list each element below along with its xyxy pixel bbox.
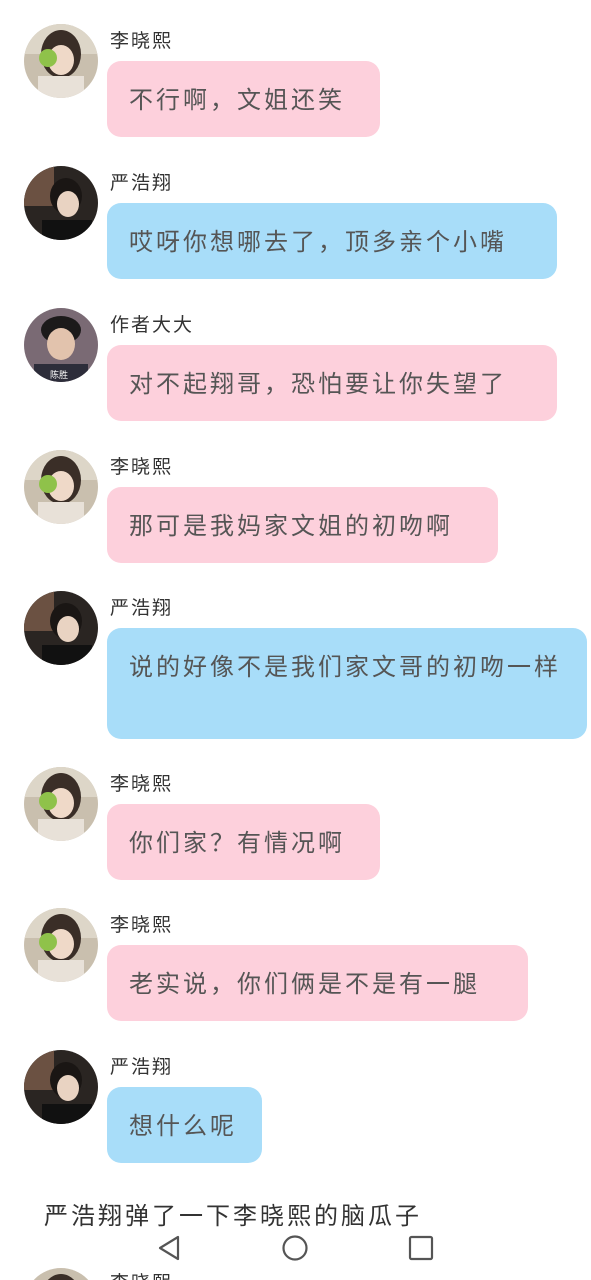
narration-text: 严浩翔弹了一下李晓熙的脑瓜子 <box>44 1202 422 1230</box>
sender-name: 李晓熙 <box>110 1268 173 1280</box>
next-message-peek: 李晓熙 <box>0 1268 591 1280</box>
sender-name: 李晓熙 <box>110 30 174 52</box>
message-bubble[interactable]: 那可是我妈家文姐的初吻啊 <box>107 487 498 563</box>
avatar-li-xiaoxi[interactable] <box>24 767 98 841</box>
message-bubble[interactable]: 老实说，你们俩是不是有一腿 <box>107 945 528 1021</box>
sender-name: 严浩翔 <box>110 597 174 619</box>
message-bubble[interactable]: 想什么呢 <box>107 1087 262 1163</box>
sender-name: 李晓熙 <box>110 773 174 795</box>
avatar-yan-haoxiang[interactable] <box>24 591 98 665</box>
sender-name: 李晓熙 <box>110 914 174 936</box>
sender-name: 严浩翔 <box>110 172 174 194</box>
recents-square-icon[interactable] <box>406 1233 436 1263</box>
sender-name: 作者大大 <box>110 314 195 336</box>
avatar-li-xiaoxi[interactable] <box>24 450 98 524</box>
avatar-li-xiaoxi[interactable] <box>24 908 98 982</box>
navigation-bar <box>0 1228 591 1268</box>
message-bubble[interactable]: 哎呀你想哪去了，顶多亲个小嘴 <box>107 203 557 279</box>
sender-name: 严浩翔 <box>110 1056 174 1078</box>
message-bubble[interactable]: 你们家？有情况啊 <box>107 804 380 880</box>
avatar-li-xiaoxi[interactable] <box>24 24 98 98</box>
message-bubble[interactable]: 说的好像不是我们家文哥的初吻一样 <box>107 628 587 739</box>
home-circle-icon[interactable] <box>280 1233 310 1263</box>
sender-name: 李晓熙 <box>110 456 174 478</box>
avatar-yan-haoxiang[interactable] <box>24 166 98 240</box>
message-bubble[interactable]: 不行啊，文姐还笑 <box>107 61 380 137</box>
avatar-li-xiaoxi[interactable] <box>24 1268 98 1280</box>
message-bubble[interactable]: 对不起翔哥，恐怕要让你失望了 <box>107 345 557 421</box>
avatar-author[interactable]: 陈胜 <box>24 308 98 382</box>
back-triangle-icon[interactable] <box>154 1233 184 1263</box>
avatar-caption: 陈胜 <box>50 369 68 381</box>
avatar-yan-haoxiang[interactable] <box>24 1050 98 1124</box>
